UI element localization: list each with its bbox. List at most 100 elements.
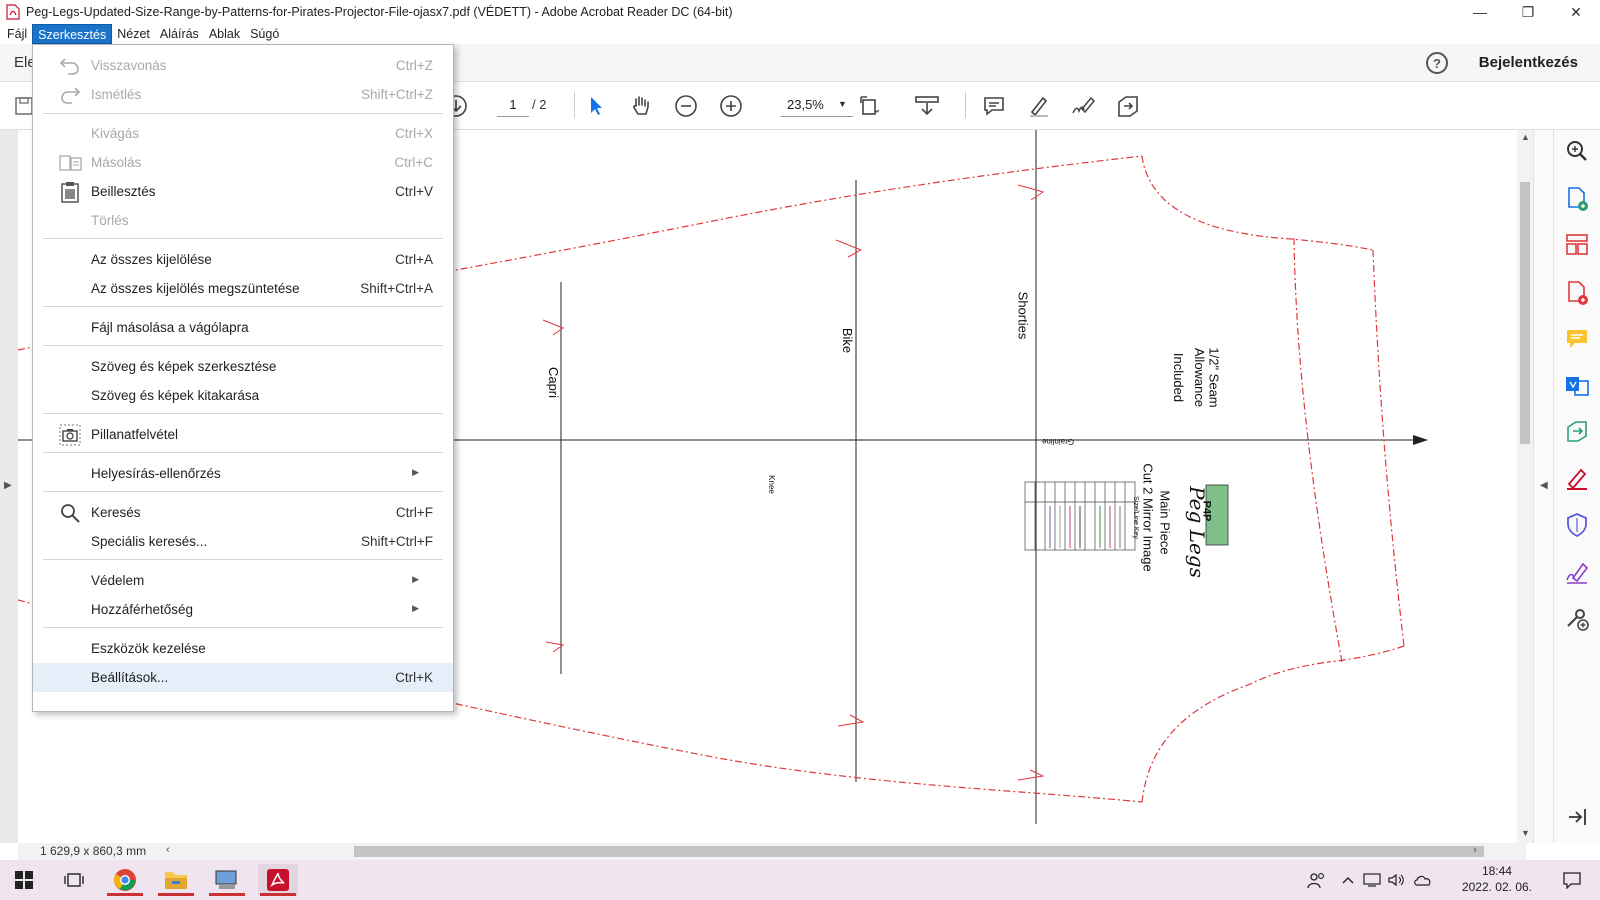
chrome-icon[interactable] (105, 864, 145, 896)
select-tool-icon[interactable] (582, 92, 610, 120)
menu-item-copy[interactable]: Másolás Ctrl+C (33, 148, 453, 177)
status-bar: 1 629,9 x 860,3 mm ‹ › (18, 843, 1526, 860)
comment-tool-icon[interactable] (1564, 326, 1590, 352)
collapse-panel-icon[interactable] (1564, 804, 1590, 830)
menu-help[interactable]: Súgó (245, 24, 284, 44)
share-icon[interactable] (1114, 92, 1142, 120)
tray-display-icon[interactable] (1360, 864, 1384, 896)
menu-item-spell-check[interactable]: Helyesírás-ellenőrzés ▶ (33, 459, 453, 488)
people-icon[interactable] (1297, 864, 1337, 896)
menu-item-undo[interactable]: Visszavonás Ctrl+Z (33, 51, 453, 80)
fill-sign-icon[interactable] (1564, 466, 1590, 492)
menu-item-redo[interactable]: Ismétlés Shift+Ctrl+Z (33, 80, 453, 109)
menu-separator (43, 627, 443, 628)
seam-allowance-line3: Included (1171, 352, 1187, 403)
collapse-right-panel-icon[interactable]: ◀ (1540, 480, 1548, 491)
menu-separator (43, 491, 443, 492)
menu-item-protection[interactable]: Védelem ▶ (33, 566, 453, 595)
notifications-icon[interactable] (1552, 864, 1592, 896)
menu-item-label: Törlés (91, 213, 129, 228)
scroll-down-icon[interactable]: ▼ (1521, 828, 1530, 838)
organize-pages-icon[interactable] (1564, 232, 1590, 258)
system-clock[interactable]: 18:44 2022. 02. 06. (1462, 863, 1532, 895)
hand-tool-icon[interactable] (627, 92, 655, 120)
menu-item-snapshot[interactable]: Pillanatfelvétel (33, 420, 453, 449)
page-fit-icon[interactable] (856, 92, 884, 120)
menu-item-label: Helyesírás-ellenőrzés (91, 466, 221, 481)
submenu-arrow-icon: ▶ (412, 603, 419, 613)
menu-item-accessibility[interactable]: Hozzáférhetőség ▶ (33, 595, 453, 624)
menu-file[interactable]: Fájl (2, 24, 32, 44)
menu-item-shortcut: Ctrl+X (395, 126, 433, 141)
camera-icon (59, 424, 81, 446)
vertical-scrollbar[interactable]: ▲ ▼ (1517, 130, 1533, 843)
menu-item-paste[interactable]: Beillesztés Ctrl+V (33, 177, 453, 206)
sign-in-link[interactable]: Bejelentkezés (1479, 54, 1578, 71)
network-app-icon[interactable] (207, 864, 247, 896)
menu-item-label: Másolás (91, 155, 142, 170)
window-title: Peg-Legs-Updated-Size-Range-by-Patterns-… (26, 5, 733, 19)
send-for-review-icon[interactable] (1564, 418, 1590, 444)
task-view-icon[interactable] (54, 864, 94, 896)
scroll-left-icon[interactable]: ‹ (166, 844, 170, 856)
menu-item-delete[interactable]: Törlés (33, 206, 453, 235)
sign-icon[interactable] (1069, 92, 1097, 120)
horizontal-scroll-thumb[interactable] (354, 846, 1484, 857)
create-pdf-icon[interactable] (1564, 280, 1590, 306)
page-number-input[interactable]: 1 (497, 93, 529, 117)
submenu-arrow-icon: ▶ (412, 467, 419, 477)
menu-item-select-all[interactable]: Az összes kijelölése Ctrl+A (33, 245, 453, 274)
zoom-out-icon[interactable] (672, 92, 700, 120)
scroll-up-icon[interactable]: ▲ (1521, 132, 1530, 142)
protect-icon[interactable] (1564, 512, 1590, 538)
acrobat-taskbar-icon[interactable] (258, 864, 298, 896)
menu-separator (43, 238, 443, 239)
close-button[interactable]: ✕ (1552, 0, 1600, 24)
file-explorer-icon[interactable] (156, 864, 196, 896)
zoom-in-icon[interactable] (717, 92, 745, 120)
menu-item-deselect-all[interactable]: Az összes kijelölés megszüntetése Shift+… (33, 274, 453, 303)
menu-item-label: Keresés (91, 505, 141, 520)
redo-icon (59, 84, 81, 106)
tray-chevron-icon[interactable] (1336, 864, 1360, 896)
menu-item-find[interactable]: Keresés Ctrl+F (33, 498, 453, 527)
menu-item-label: Beillesztés (91, 184, 156, 199)
help-icon[interactable]: ? (1426, 52, 1448, 74)
menu-window[interactable]: Ablak (204, 24, 245, 44)
menu-item-advanced-search[interactable]: Speciális keresés... Shift+Ctrl+F (33, 527, 453, 556)
export-pdf-icon[interactable] (1564, 186, 1590, 212)
page-total: / 2 (532, 97, 547, 112)
menu-item-shortcut: Shift+Ctrl+Z (360, 87, 433, 102)
menu-item-redact-text-images[interactable]: Szöveg és képek kitakarása (33, 381, 453, 410)
expand-left-panel-icon[interactable]: ▶ (4, 480, 12, 491)
undo-icon (59, 55, 81, 77)
menu-item-shortcut: Shift+Ctrl+A (360, 281, 433, 296)
more-tools-icon[interactable] (1564, 606, 1590, 632)
scroll-right-icon[interactable]: › (1473, 844, 1477, 856)
sign-tool-icon[interactable] (1564, 560, 1590, 586)
minimize-button[interactable]: — (1456, 0, 1504, 24)
menu-item-label: Kivágás (91, 126, 140, 141)
menu-sign[interactable]: Aláírás (155, 24, 204, 44)
maximize-button[interactable]: ❐ (1504, 0, 1552, 24)
menu-item-label: Védelem (91, 573, 145, 588)
convert-icon[interactable] (1564, 372, 1590, 398)
menu-item-manage-tools[interactable]: Eszközök kezelése (33, 634, 453, 663)
start-button-icon[interactable] (4, 864, 44, 896)
menu-view[interactable]: Nézet (112, 24, 155, 44)
menu-item-edit-text-images[interactable]: Szöveg és képek szerkesztése (33, 352, 453, 381)
highlight-icon[interactable] (1025, 92, 1053, 120)
vertical-scroll-thumb[interactable] (1520, 182, 1530, 444)
volume-icon[interactable] (1384, 864, 1408, 896)
menu-edit[interactable]: Szerkesztés (32, 24, 113, 44)
scroll-mode-icon[interactable] (913, 92, 941, 120)
chevron-down-icon[interactable]: ▼ (838, 99, 847, 109)
comment-icon[interactable] (980, 92, 1008, 120)
menu-item-preferences[interactable]: Beállítások... Ctrl+K (33, 663, 453, 692)
menu-separator (43, 413, 443, 414)
clock-date: 2022. 02. 06. (1461, 880, 1532, 894)
menu-item-cut[interactable]: Kivágás Ctrl+X (33, 119, 453, 148)
search-tools-icon[interactable] (1564, 138, 1590, 164)
onedrive-icon[interactable] (1410, 864, 1436, 896)
menu-item-copy-file[interactable]: Fájl másolása a vágólapra (33, 313, 453, 342)
